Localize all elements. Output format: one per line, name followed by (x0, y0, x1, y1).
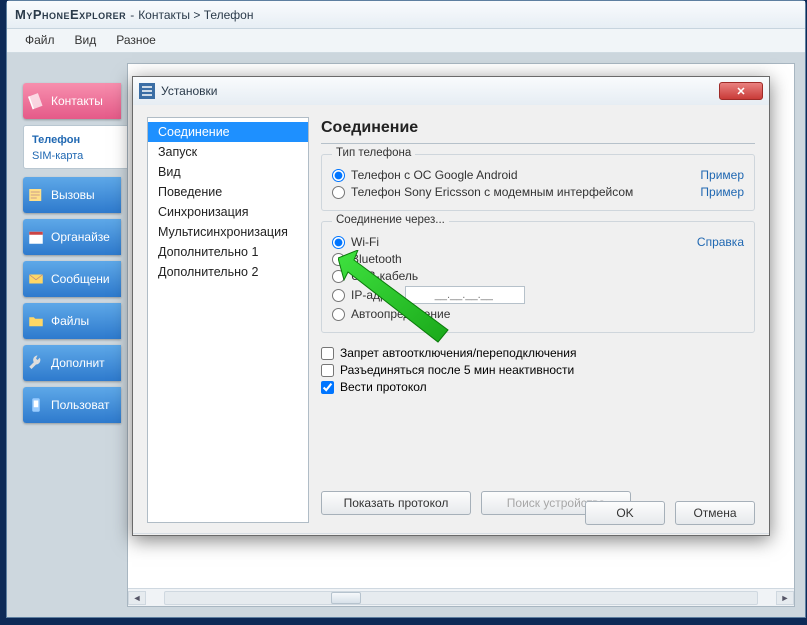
scroll-left-button[interactable]: ◄ (128, 591, 146, 605)
subtab-phone[interactable]: Телефон (32, 132, 119, 148)
sidebar: Контакты Телефон SIM-карта Вызовы Органа… (7, 53, 127, 617)
subtab-sim[interactable]: SIM-карта (32, 148, 119, 164)
radio-ip[interactable] (332, 289, 345, 302)
nav-multisync[interactable]: Мультисинхронизация (148, 222, 308, 242)
sidebar-item-files[interactable]: Файлы (23, 303, 121, 339)
dialog-title: Установки (161, 84, 217, 98)
radio-label: Телефон с ОС Google Android (351, 168, 518, 182)
horizontal-scrollbar[interactable]: ◄ ► (128, 588, 794, 606)
group-legend: Соединение через... (332, 214, 449, 226)
group-legend: Тип телефона (332, 147, 415, 159)
cancel-button[interactable]: Отмена (675, 501, 755, 525)
radio-label: Bluetooth (351, 252, 402, 266)
settings-nav: Соединение Запуск Вид Поведение Синхрони… (147, 117, 309, 523)
menubar: Файл Вид Разное (7, 29, 805, 53)
list-icon (139, 83, 155, 99)
sidebar-item-label: Дополнит (51, 356, 105, 370)
menu-file[interactable]: Файл (15, 29, 65, 52)
nav-behavior[interactable]: Поведение (148, 182, 308, 202)
scroll-track[interactable] (164, 591, 758, 605)
sidebar-item-contacts[interactable]: Контакты (23, 83, 121, 119)
wrench-icon (27, 354, 45, 372)
menu-view[interactable]: Вид (65, 29, 107, 52)
nav-connection[interactable]: Соединение (148, 122, 308, 142)
sidebar-item-messages[interactable]: Сообщени (23, 261, 121, 297)
check-noreconnect[interactable] (321, 347, 334, 360)
book-icon (24, 89, 47, 112)
close-icon: ✕ (736, 85, 745, 98)
settings-dialog: Установки ✕ Соединение Запуск Вид Поведе… (132, 76, 770, 536)
phone-type-group: Тип телефона Телефон с ОС Google Android… (321, 154, 755, 211)
scroll-thumb[interactable] (331, 592, 361, 604)
titlebar: MyPhoneExplorer - Контакты > Телефон (7, 1, 805, 29)
example-link-sony[interactable]: Пример (700, 185, 744, 199)
menu-misc[interactable]: Разное (106, 29, 166, 52)
nav-sync[interactable]: Синхронизация (148, 202, 308, 222)
sidebar-item-label: Сообщени (51, 272, 110, 286)
check-label: Вести протокол (340, 380, 427, 394)
nav-extra1[interactable]: Дополнительно 1 (148, 242, 308, 262)
radio-wifi[interactable] (332, 236, 345, 249)
settings-panel: Соединение Тип телефона Телефон с ОС Goo… (321, 117, 755, 523)
envelope-icon (27, 270, 45, 288)
nav-view[interactable]: Вид (148, 162, 308, 182)
radio-label: IP-адрес (351, 288, 399, 302)
connection-group: Соединение через... Wi-Fi Справка Blueto… (321, 221, 755, 333)
app-title: MyPhoneExplorer (15, 7, 126, 22)
radio-label: Автоопределение (351, 307, 450, 321)
radio-usb[interactable] (332, 270, 345, 283)
sidebar-item-users[interactable]: Пользоват (23, 387, 121, 423)
radio-bluetooth[interactable] (332, 253, 345, 266)
contacts-subtabs: Телефон SIM-карта (23, 125, 127, 169)
radio-android[interactable] (332, 169, 345, 182)
divider (133, 533, 769, 534)
breadcrumb: Контакты > Телефон (138, 8, 253, 22)
scroll-right-button[interactable]: ► (776, 591, 794, 605)
example-link-android[interactable]: Пример (700, 168, 744, 182)
check-disconnect5min[interactable] (321, 364, 334, 377)
nav-extra2[interactable]: Дополнительно 2 (148, 262, 308, 282)
sidebar-item-label: Файлы (51, 314, 89, 328)
nav-startup[interactable]: Запуск (148, 142, 308, 162)
radio-label: USB-кабель (351, 269, 418, 283)
radio-label: Wi-Fi (351, 235, 379, 249)
sidebar-item-extras[interactable]: Дополнит (23, 345, 121, 381)
radio-sony[interactable] (332, 186, 345, 199)
phone-icon (27, 396, 45, 414)
panel-heading: Соединение (321, 117, 755, 144)
help-link[interactable]: Справка (697, 235, 744, 249)
sidebar-item-calls[interactable]: Вызовы (23, 177, 121, 213)
ip-field[interactable] (405, 286, 525, 304)
sidebar-item-label: Контакты (51, 94, 103, 108)
ok-button[interactable]: OK (585, 501, 665, 525)
sidebar-item-label: Вызовы (51, 188, 95, 202)
close-button[interactable]: ✕ (719, 82, 763, 100)
notepad-icon (27, 186, 45, 204)
show-protocol-button[interactable]: Показать протокол (321, 491, 471, 515)
check-log[interactable] (321, 381, 334, 394)
radio-label: Телефон Sony Ericsson с модемным интерфе… (351, 185, 633, 199)
check-label: Разъединяться после 5 мин неактивности (340, 363, 574, 377)
sidebar-item-label: Пользоват (51, 398, 109, 412)
dialog-titlebar: Установки ✕ (133, 77, 769, 105)
folder-icon (27, 312, 45, 330)
calendar-icon (27, 228, 45, 246)
sidebar-item-label: Органайзе (51, 230, 110, 244)
sidebar-item-organizer[interactable]: Органайзе (23, 219, 121, 255)
radio-autodetect[interactable] (332, 308, 345, 321)
check-label: Запрет автоотключения/переподключения (340, 346, 576, 360)
